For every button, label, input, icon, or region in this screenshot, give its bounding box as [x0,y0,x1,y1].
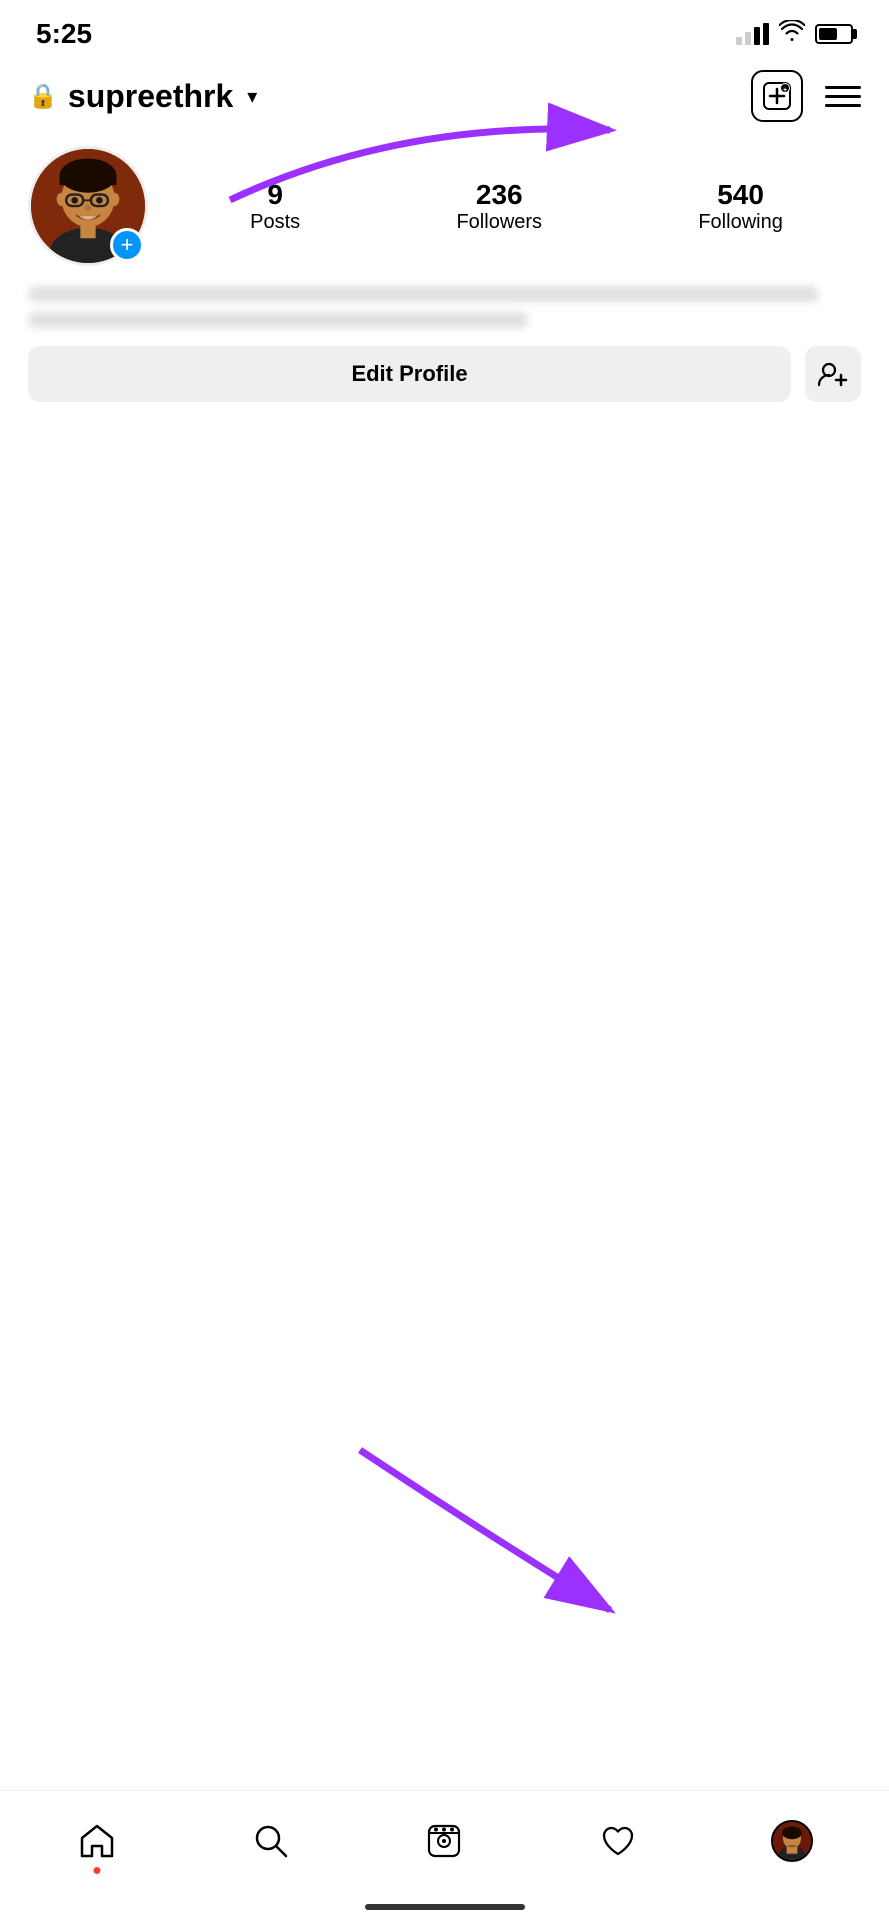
nav-search[interactable] [221,1806,321,1876]
home-indicator [365,1904,525,1910]
nav-home[interactable] [47,1806,147,1876]
bio-line-1 [28,286,819,302]
add-story-button[interactable]: + [110,228,144,262]
bio-section [28,286,861,328]
following-label: Following [698,211,782,234]
svg-text:+: + [783,87,787,94]
menu-line [825,104,861,107]
new-post-icon: + [763,82,791,110]
nav-reels[interactable] [394,1806,494,1876]
search-icon [253,1823,289,1859]
header-right: + [751,70,861,122]
followers-stat[interactable]: 236 Followers [456,179,542,234]
status-icons [736,20,853,48]
posts-label: Posts [250,211,300,234]
followers-label: Followers [456,211,542,234]
home-notification-dot [93,1867,100,1874]
plus-icon: + [121,234,134,256]
menu-line [825,86,861,89]
wifi-icon [779,20,805,48]
status-bar: 5:25 [0,0,889,60]
action-buttons: Edit Profile [28,346,861,402]
header-left: 🔒 supreethrk ▾ [28,78,257,115]
header: 🔒 supreethrk ▾ + [0,60,889,132]
signal-icon [736,23,769,45]
profile-top: + 9 Posts 236 Followers 540 Following [28,146,861,266]
posts-stat[interactable]: 9 Posts [250,179,300,234]
avatar-container: + [28,146,148,266]
add-friend-icon [818,361,848,387]
lock-icon: 🔒 [28,82,58,111]
status-time: 5:25 [36,18,92,50]
add-friend-button[interactable] [805,346,861,402]
home-icon [79,1823,115,1859]
username[interactable]: supreethrk [68,78,233,115]
nav-activity[interactable] [568,1806,668,1876]
menu-line [825,95,861,98]
profile-section: + 9 Posts 236 Followers 540 Following Ed… [0,132,889,418]
nav-profile[interactable] [742,1806,842,1876]
bio-line-2 [28,312,528,328]
following-count: 540 [717,179,764,211]
battery-icon [815,24,853,44]
edit-profile-button[interactable]: Edit Profile [28,346,791,402]
chevron-down-icon[interactable]: ▾ [247,84,257,109]
posts-count: 9 [267,179,283,211]
menu-button[interactable] [825,86,861,107]
following-stat[interactable]: 540 Following [698,179,782,234]
profile-avatar-image [773,1820,811,1862]
heart-icon [600,1823,636,1859]
bottom-nav [0,1790,889,1920]
followers-count: 236 [476,179,523,211]
new-post-button[interactable]: + [751,70,803,122]
stats-container: 9 Posts 236 Followers 540 Following [172,179,861,234]
reels-icon [426,1823,462,1859]
profile-avatar-nav[interactable] [771,1820,813,1862]
